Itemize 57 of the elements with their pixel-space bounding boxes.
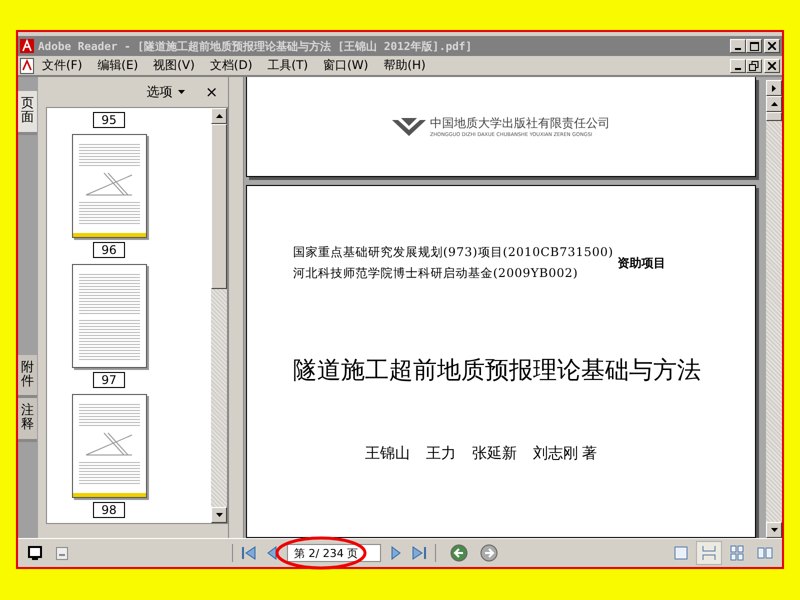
minimize-button[interactable] [730, 58, 746, 72]
minimize-icon [735, 68, 741, 70]
window-icon[interactable] [56, 546, 68, 560]
restore-button[interactable] [746, 58, 762, 72]
menu-item[interactable]: 窗口(W) [323, 57, 368, 74]
page-number-label: 95 [93, 112, 125, 128]
book-title: 隧道施工超前地质预报理论基础与方法 [293, 355, 702, 386]
author-role: 著 [582, 444, 597, 463]
author-name: 刘志刚 [533, 444, 578, 463]
page-number-label: 96 [93, 242, 125, 258]
publisher-name: 中国地质大学出版社有限责任公司 [430, 115, 610, 132]
options-menu[interactable]: 选项 [146, 83, 172, 101]
document-icon [20, 58, 34, 74]
author-name: 张延新 [472, 444, 517, 463]
maximize-button[interactable] [746, 39, 762, 53]
close-button[interactable] [764, 58, 780, 72]
publisher-logo-icon [392, 116, 426, 138]
next-page-icon[interactable] [391, 546, 401, 560]
maximize-icon [750, 42, 758, 50]
app-logo-icon [20, 39, 34, 53]
menu-item[interactable]: 文档(D) [210, 57, 252, 74]
close-button[interactable] [764, 39, 780, 53]
side-tab[interactable]: 附件 [18, 354, 37, 398]
restore-icon [749, 60, 759, 70]
monitor-icon[interactable] [28, 546, 42, 560]
facing-view-icon [757, 545, 773, 561]
close-icon [768, 62, 776, 70]
author-name: 王锦山 [365, 444, 410, 463]
first-page-icon[interactable] [241, 546, 257, 560]
minimize-icon [735, 48, 741, 50]
funding-line: 河北科技师范学院博士科研启动基金(2009YB002) [293, 265, 580, 282]
close-icon [768, 42, 776, 50]
side-tab[interactable]: 注释 [18, 398, 37, 442]
page-number-label: 97 [93, 372, 125, 388]
menu-item[interactable]: 视图(V) [153, 57, 195, 74]
window-title: Adobe Reader - [隧道施工超前地质预报理论基础与方法 [王锦山 2012年版].pdf] [38, 38, 472, 54]
page-number-label: 98 [93, 502, 125, 518]
last-page-icon[interactable] [411, 546, 427, 560]
single-view-icon [673, 545, 689, 561]
menu-item[interactable]: 帮助(H) [383, 57, 426, 74]
continuous-view-icon [701, 545, 717, 561]
caret-icon [178, 90, 186, 94]
scroll-bar[interactable] [766, 80, 782, 538]
menu-item[interactable]: 编辑(E) [97, 57, 138, 74]
menu-item[interactable]: 工具(T) [267, 57, 308, 74]
continuous-view-button[interactable] [696, 541, 722, 565]
menu-item[interactable]: 文件(F) [42, 57, 82, 74]
page-number-field[interactable]: 第 2/ 234 页 [287, 544, 381, 562]
funding-line: 国家重点基础研究发展规划(973)项目(2010CB731500) [293, 244, 614, 261]
author-name: 王力 [426, 444, 456, 463]
minimize-button[interactable] [730, 39, 746, 53]
funding-note: 资助项目 [617, 254, 666, 272]
panel-close-button[interactable]: × [205, 83, 218, 101]
continuous-facing-view-icon [729, 545, 745, 561]
scroll-bar[interactable] [211, 108, 227, 523]
side-tab[interactable]: 页面 [18, 91, 37, 135]
previous-page-icon[interactable] [267, 546, 277, 560]
